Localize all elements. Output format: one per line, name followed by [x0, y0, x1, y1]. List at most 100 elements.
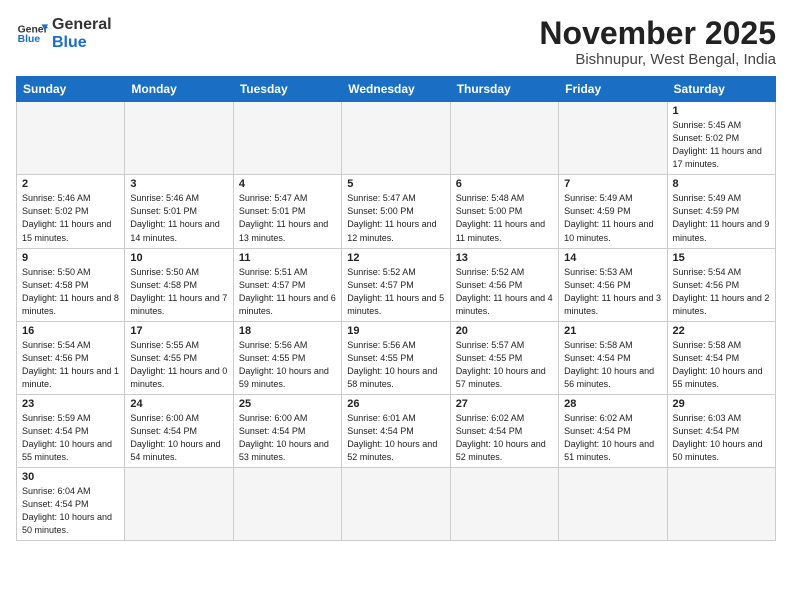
day-info: Sunrise: 5:51 AMSunset: 4:57 PMDaylight:…: [239, 266, 336, 318]
day-number: 7: [564, 178, 661, 190]
day-number: 12: [347, 252, 444, 264]
calendar-cell: [342, 468, 450, 541]
calendar-cell: [233, 102, 341, 175]
day-info: Sunrise: 5:46 AMSunset: 5:02 PMDaylight:…: [22, 192, 119, 244]
calendar-cell: 24Sunrise: 6:00 AMSunset: 4:54 PMDayligh…: [125, 394, 233, 467]
calendar-cell: 22 Sunrise: 5:58 AMSunset: 4:54 PMDayligh…: [667, 321, 775, 394]
page: General Blue General Blue November 2025 …: [0, 0, 792, 612]
calendar-cell: 3Sunrise: 5:46 AMSunset: 5:01 PMDaylight…: [125, 175, 233, 248]
logo-icon: General Blue: [16, 18, 48, 50]
calendar-cell: 6 Sunrise: 5:48 AMSunset: 5:00 PMDaylight…: [450, 175, 558, 248]
day-info: Sunrise: 5:47 AMSunset: 5:01 PMDaylight:…: [239, 192, 336, 244]
calendar-cell: [559, 102, 667, 175]
calendar-cell: [450, 102, 558, 175]
day-info: Sunrise: 6:02 AMSunset: 4:54 PMDaylight:…: [456, 412, 553, 464]
calendar-cell: 27Sunrise: 6:02 AMSunset: 4:54 PMDayligh…: [450, 394, 558, 467]
day-info: Sunrise: 5:54 AMSunset: 4:56 PMDaylight:…: [22, 339, 119, 391]
calendar-cell: 11 Sunrise: 5:51 AMSunset: 4:57 PMDayligh…: [233, 248, 341, 321]
day-number: 20: [456, 325, 553, 337]
calendar-cell: 2 Sunrise: 5:46 AMSunset: 5:02 PMDaylight…: [17, 175, 125, 248]
day-info: Sunrise: 5:49 AMSunset: 4:59 PMDaylight:…: [673, 192, 770, 244]
day-info: Sunrise: 5:50 AMSunset: 4:58 PMDaylight:…: [130, 266, 227, 318]
day-number: 21: [564, 325, 661, 337]
day-number: 14: [564, 252, 661, 264]
day-info: Sunrise: 6:00 AMSunset: 4:54 PMDaylight:…: [239, 412, 336, 464]
day-number: 6: [456, 178, 553, 190]
day-number: 10: [130, 252, 227, 264]
calendar-cell: 30Sunrise: 6:04 AMSunset: 4:54 PMDayligh…: [17, 468, 125, 541]
calendar-cell: 9Sunrise: 5:50 AMSunset: 4:58 PMDaylight…: [17, 248, 125, 321]
day-info: Sunrise: 5:53 AMSunset: 4:56 PMDaylight:…: [564, 266, 661, 318]
header-saturday: Saturday: [667, 77, 775, 102]
day-info: Sunrise: 5:52 AMSunset: 4:56 PMDaylight:…: [456, 266, 553, 318]
calendar-cell: 28 Sunrise: 6:02 AMSunset: 4:54 PMDayligh…: [559, 394, 667, 467]
day-info: Sunrise: 5:57 AMSunset: 4:55 PMDaylight:…: [456, 339, 553, 391]
header-tuesday: Tuesday: [233, 77, 341, 102]
day-number: 1: [673, 105, 770, 117]
day-info: Sunrise: 5:55 AMSunset: 4:55 PMDaylight:…: [130, 339, 227, 391]
day-info: Sunrise: 6:01 AMSunset: 4:54 PMDaylight:…: [347, 412, 444, 464]
day-number: 23: [22, 398, 119, 410]
calendar-cell: 10 Sunrise: 5:50 AMSunset: 4:58 PMDayligh…: [125, 248, 233, 321]
day-info: Sunrise: 6:02 AMSunset: 4:54 PMDaylight:…: [564, 412, 661, 464]
day-number: 3: [130, 178, 227, 190]
day-info: Sunrise: 6:03 AMSunset: 4:54 PMDaylight:…: [673, 412, 770, 464]
day-info: Sunrise: 6:00 AMSunset: 4:54 PMDaylight:…: [130, 412, 227, 464]
calendar-cell: [125, 468, 233, 541]
day-number: 28: [564, 398, 661, 410]
calendar-cell: 16 Sunrise: 5:54 AMSunset: 4:56 PMDayligh…: [17, 321, 125, 394]
calendar-cell: 29 Sunrise: 6:03 AMSunset: 4:54 PMDayligh…: [667, 394, 775, 467]
header-friday: Friday: [559, 77, 667, 102]
calendar-cell: 18Sunrise: 5:56 AMSunset: 4:55 PMDayligh…: [233, 321, 341, 394]
day-number: 4: [239, 178, 336, 190]
calendar-cell: 5Sunrise: 5:47 AMSunset: 5:00 PMDaylight…: [342, 175, 450, 248]
day-info: Sunrise: 5:49 AMSunset: 4:59 PMDaylight:…: [564, 192, 661, 244]
day-number: 9: [22, 252, 119, 264]
calendar-cell: 21 Sunrise: 5:58 AMSunset: 4:54 PMDayligh…: [559, 321, 667, 394]
calendar-cell: 4 Sunrise: 5:47 AMSunset: 5:01 PMDaylight…: [233, 175, 341, 248]
day-number: 19: [347, 325, 444, 337]
day-info: Sunrise: 5:58 AMSunset: 4:54 PMDaylight:…: [673, 339, 770, 391]
day-number: 16: [22, 325, 119, 337]
header-sunday: Sunday: [17, 77, 125, 102]
day-number: 2: [22, 178, 119, 190]
calendar-cell: 19 Sunrise: 5:56 AMSunset: 4:55 PMDayligh…: [342, 321, 450, 394]
day-info: Sunrise: 5:45 AMSunset: 5:02 PMDaylight:…: [673, 119, 770, 171]
weekday-header-row: Sunday Monday Tuesday Wednesday Thursday…: [17, 77, 776, 102]
calendar-cell: [559, 468, 667, 541]
day-info: Sunrise: 5:52 AMSunset: 4:57 PMDaylight:…: [347, 266, 444, 318]
day-number: 25: [239, 398, 336, 410]
location: Bishnupur, West Bengal, India: [539, 51, 776, 68]
calendar-cell: 15Sunrise: 5:54 AMSunset: 4:56 PMDayligh…: [667, 248, 775, 321]
day-number: 17: [130, 325, 227, 337]
day-info: Sunrise: 5:58 AMSunset: 4:54 PMDaylight:…: [564, 339, 661, 391]
day-number: 15: [673, 252, 770, 264]
calendar-cell: 8 Sunrise: 5:49 AMSunset: 4:59 PMDaylight…: [667, 175, 775, 248]
header: General Blue General Blue November 2025 …: [16, 16, 776, 68]
calendar-cell: 13 Sunrise: 5:52 AMSunset: 4:56 PMDayligh…: [450, 248, 558, 321]
calendar-cell: 7 Sunrise: 5:49 AMSunset: 4:59 PMDaylight…: [559, 175, 667, 248]
calendar-cell: [342, 102, 450, 175]
calendar-cell: 25 Sunrise: 6:00 AMSunset: 4:54 PMDayligh…: [233, 394, 341, 467]
day-number: 5: [347, 178, 444, 190]
header-wednesday: Wednesday: [342, 77, 450, 102]
day-number: 13: [456, 252, 553, 264]
day-number: 11: [239, 252, 336, 264]
day-number: 29: [673, 398, 770, 410]
logo-general: General: [52, 16, 112, 34]
header-thursday: Thursday: [450, 77, 558, 102]
logo-blue: Blue: [52, 34, 112, 52]
day-number: 8: [673, 178, 770, 190]
day-info: Sunrise: 5:56 AMSunset: 4:55 PMDaylight:…: [347, 339, 444, 391]
day-info: Sunrise: 5:56 AMSunset: 4:55 PMDaylight:…: [239, 339, 336, 391]
calendar-cell: 12 Sunrise: 5:52 AMSunset: 4:57 PMDayligh…: [342, 248, 450, 321]
month-title: November 2025: [539, 16, 776, 51]
calendar-cell: [125, 102, 233, 175]
calendar-cell: 26Sunrise: 6:01 AMSunset: 4:54 PMDayligh…: [342, 394, 450, 467]
day-info: Sunrise: 5:48 AMSunset: 5:00 PMDaylight:…: [456, 192, 553, 244]
calendar-cell: 20 Sunrise: 5:57 AMSunset: 4:55 PMDayligh…: [450, 321, 558, 394]
title-block: November 2025 Bishnupur, West Bengal, In…: [539, 16, 776, 68]
logo: General Blue General Blue: [16, 16, 112, 51]
day-number: 22: [673, 325, 770, 337]
calendar-cell: 23Sunrise: 5:59 AMSunset: 4:54 PMDayligh…: [17, 394, 125, 467]
